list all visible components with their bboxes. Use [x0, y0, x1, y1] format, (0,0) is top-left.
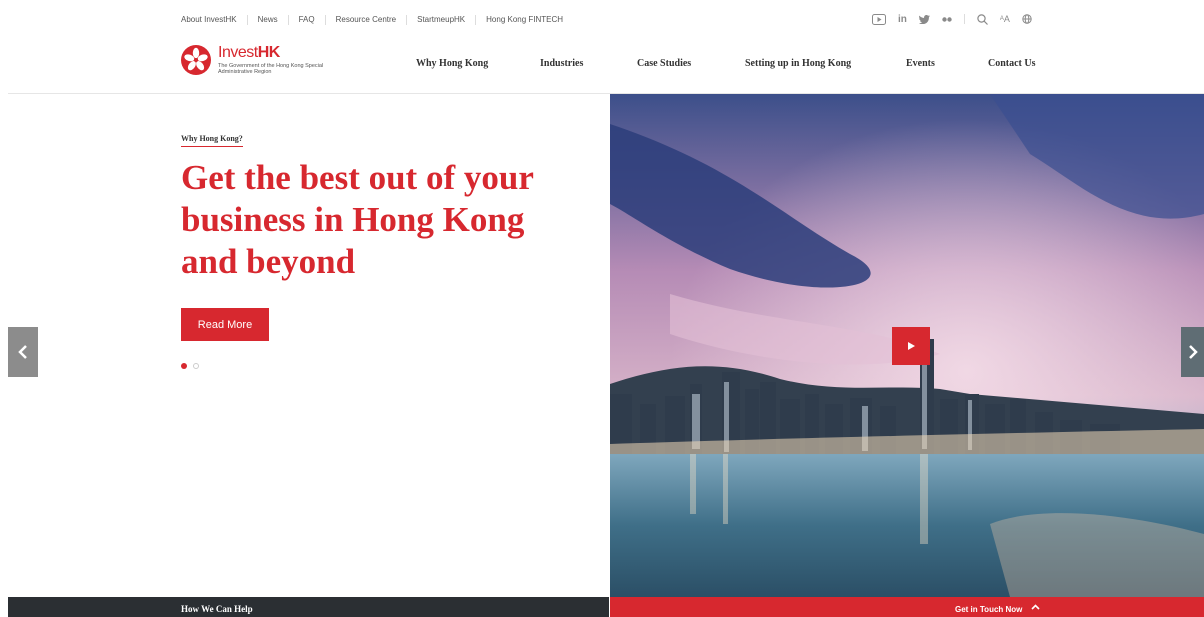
font-size-large-a: A [1003, 14, 1010, 24]
chevron-left-icon [18, 345, 27, 359]
nav-events[interactable]: Events [906, 58, 935, 69]
globe-icon[interactable] [1022, 14, 1032, 24]
utility-nav: About InvestHK News FAQ Resource Centre … [181, 10, 573, 30]
twitter-icon[interactable] [918, 14, 930, 24]
utility-link-news[interactable]: News [246, 15, 288, 25]
nav-industries[interactable]: Industries [540, 58, 583, 69]
main-nav: Why Hong Kong Industries Case Studies Se… [0, 58, 1204, 72]
read-more-button[interactable]: Read More [181, 308, 269, 341]
nav-case-studies[interactable]: Case Studies [637, 58, 691, 69]
carousel-dot-1[interactable] [181, 363, 187, 369]
nav-contact-us[interactable]: Contact Us [988, 58, 1036, 69]
carousel-pagination [181, 363, 199, 369]
utility-link-resource-centre[interactable]: Resource Centre [324, 15, 406, 25]
hero-headline: Get the best out of your business in Hon… [181, 158, 534, 281]
play-icon [908, 342, 915, 350]
youtube-icon[interactable] [872, 13, 886, 25]
nav-why-hong-kong[interactable]: Why Hong Kong [416, 58, 488, 69]
utility-icons: in AA [872, 10, 1032, 28]
utility-link-about[interactable]: About InvestHK [181, 15, 247, 25]
utility-link-hk-fintech[interactable]: Hong Kong FINTECH [475, 15, 573, 25]
hero-kicker[interactable]: Why Hong Kong? [181, 134, 243, 147]
font-size-icon[interactable]: AA [1000, 14, 1010, 24]
utility-link-faq[interactable]: FAQ [287, 15, 325, 25]
how-we-can-help-bar[interactable]: How We Can Help [8, 597, 609, 617]
get-in-touch-label: Get in Touch Now [955, 605, 1023, 614]
utility-link-startmeuphk[interactable]: StartmeupHK [406, 15, 475, 25]
nav-setting-up[interactable]: Setting up in Hong Kong [745, 58, 851, 69]
divider [963, 14, 965, 24]
page: About InvestHK News FAQ Resource Centre … [0, 0, 1204, 617]
chevron-up-icon [1031, 604, 1040, 610]
carousel-prev-button[interactable] [8, 327, 38, 377]
carousel-next-button[interactable] [1181, 327, 1204, 377]
how-we-can-help-label: How We Can Help [181, 604, 253, 614]
carousel-dot-2[interactable] [193, 363, 199, 369]
search-icon[interactable] [977, 13, 988, 25]
chevron-right-icon [1188, 345, 1198, 359]
flickr-icon[interactable] [942, 16, 952, 22]
linkedin-icon[interactable]: in [898, 14, 907, 25]
get-in-touch-bar[interactable]: Get in Touch Now [610, 597, 1204, 617]
play-video-button[interactable] [892, 327, 930, 365]
